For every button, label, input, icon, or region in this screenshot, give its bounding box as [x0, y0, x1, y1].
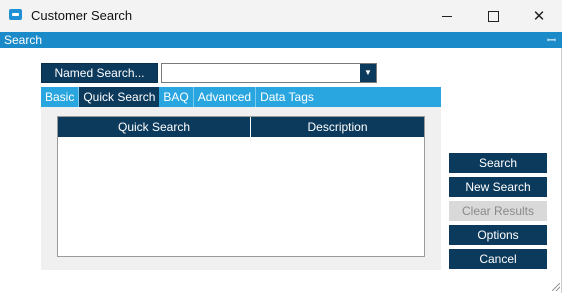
quick-search-grid[interactable]: Quick Search Description [57, 116, 425, 257]
search-button[interactable]: Search [449, 153, 547, 173]
tab-data-tags[interactable]: Data Tags [256, 87, 318, 107]
panel-title: Search [4, 33, 43, 47]
action-buttons: Search New Search Clear Results Options … [449, 153, 547, 273]
app-icon [9, 9, 22, 20]
tab-basic[interactable]: Basic [41, 87, 80, 107]
minimize-button[interactable] [424, 0, 470, 32]
new-search-button[interactable]: New Search [449, 177, 547, 197]
pin-icon[interactable]: ꟷ [547, 33, 556, 48]
column-header-quick-search[interactable]: Quick Search [58, 117, 251, 137]
named-search-dropdown[interactable]: ▼ [161, 63, 377, 83]
search-panel-header: Search ꟷ [0, 32, 562, 48]
tab-baq[interactable]: BAQ [159, 87, 194, 107]
named-search-button[interactable]: Named Search... [41, 63, 158, 83]
maximize-icon [487, 10, 499, 22]
title-bar: Customer Search ✕ [0, 0, 562, 32]
cancel-button[interactable]: Cancel [449, 249, 547, 269]
clear-results-button[interactable]: Clear Results [449, 201, 547, 221]
grid-header: Quick Search Description [58, 117, 424, 137]
dropdown-arrow-icon[interactable]: ▼ [360, 64, 376, 82]
maximize-button[interactable] [470, 0, 516, 32]
tab-advanced[interactable]: Advanced [194, 87, 257, 107]
minimize-icon [442, 15, 452, 17]
close-icon: ✕ [532, 8, 546, 25]
column-header-description[interactable]: Description [251, 117, 424, 137]
tab-quick-search[interactable]: Quick Search [79, 87, 160, 107]
resize-grip-icon[interactable] [550, 281, 560, 291]
window-title: Customer Search [31, 8, 133, 23]
options-button[interactable]: Options [449, 225, 547, 245]
search-tabs: Basic Quick Search BAQ Advanced Data Tag… [41, 87, 441, 107]
close-button[interactable]: ✕ [516, 0, 562, 32]
